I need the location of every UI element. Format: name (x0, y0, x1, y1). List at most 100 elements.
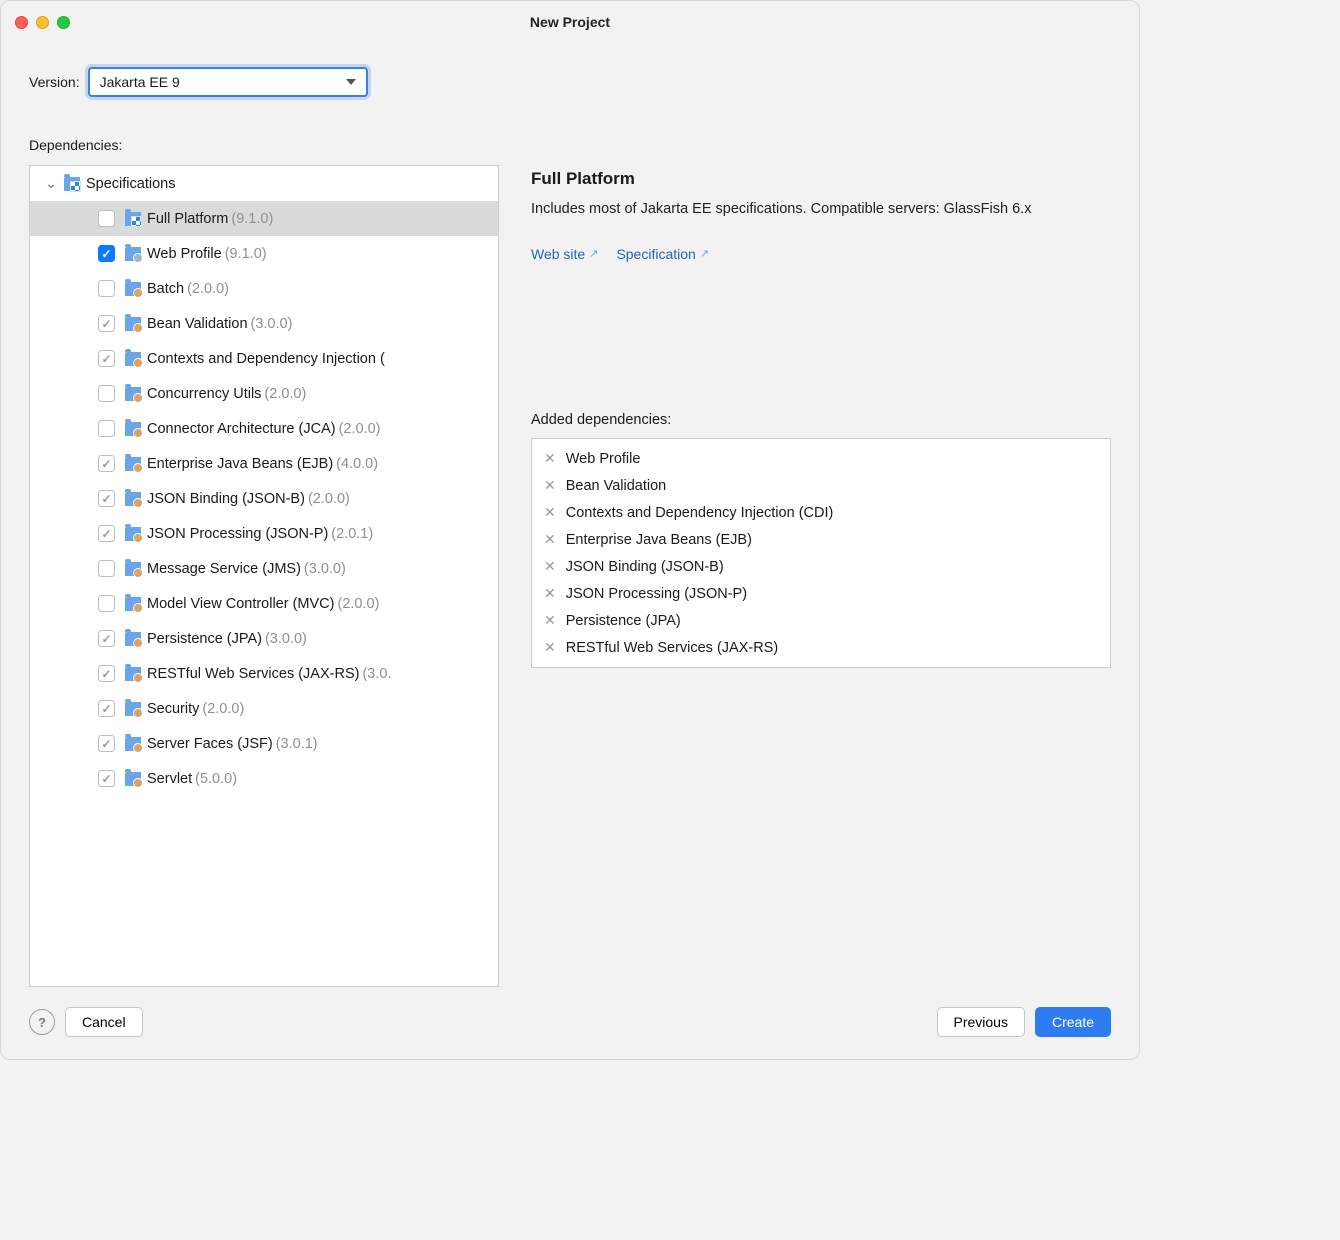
spec-version: (5.0.0) (195, 771, 237, 787)
checkbox[interactable] (98, 420, 115, 437)
spec-name: Connector Architecture (JCA) (147, 421, 336, 437)
traffic-lights (15, 16, 70, 29)
checkbox[interactable] (98, 350, 115, 367)
spec-version: (2.0.0) (337, 596, 379, 612)
spec-row[interactable]: Contexts and Dependency Injection ( (30, 341, 498, 376)
cancel-button[interactable]: Cancel (65, 1007, 143, 1037)
spec-version: (2.0.0) (187, 281, 229, 297)
detail-description: Includes most of Jakarta EE specificatio… (531, 199, 1111, 220)
spec-name: Contexts and Dependency Injection ( (147, 351, 385, 367)
added-item-label: Enterprise Java Beans (EJB) (566, 532, 752, 548)
remove-icon[interactable]: ✕ (544, 558, 556, 575)
remove-icon[interactable]: ✕ (544, 477, 556, 494)
spec-version: (3.0.0) (304, 561, 346, 577)
added-item: ✕ RESTful Web Services (JAX-RS) (532, 634, 1110, 661)
spec-name: Message Service (JMS) (147, 561, 301, 577)
spec-version: (9.1.0) (231, 211, 273, 227)
checkbox[interactable] (98, 700, 115, 717)
checkbox[interactable] (98, 245, 115, 262)
folder-icon (125, 317, 141, 331)
previous-button[interactable]: Previous (937, 1007, 1025, 1037)
spec-name: Bean Validation (147, 316, 248, 332)
spec-row[interactable]: Message Service (JMS) (3.0.0) (30, 551, 498, 586)
website-link[interactable]: Web site ↗ (531, 246, 598, 262)
specification-link[interactable]: Specification ↗ (616, 246, 709, 262)
spec-row[interactable]: Batch (2.0.0) (30, 271, 498, 306)
spec-row[interactable]: JSON Processing (JSON-P) (2.0.1) (30, 516, 498, 551)
dependency-tree[interactable]: ⌄SpecificationsFull Platform (9.1.0)Web … (29, 165, 499, 987)
spec-version: (3.0. (362, 666, 391, 682)
create-button[interactable]: Create (1035, 1007, 1111, 1037)
close-icon[interactable] (15, 16, 28, 29)
detail-links: Web site ↗ Specification ↗ (531, 246, 1111, 262)
added-item-label: Persistence (JPA) (566, 613, 681, 629)
added-item: ✕ Enterprise Java Beans (EJB) (532, 526, 1110, 553)
checkbox[interactable] (98, 210, 115, 227)
spec-version: (3.0.0) (265, 631, 307, 647)
checkbox[interactable] (98, 595, 115, 612)
zoom-icon[interactable] (57, 16, 70, 29)
checkbox[interactable] (98, 665, 115, 682)
spec-row[interactable]: Model View Controller (MVC) (2.0.0) (30, 586, 498, 621)
folder-icon (125, 387, 141, 401)
folder-icon (125, 772, 141, 786)
added-item-label: JSON Binding (JSON-B) (566, 559, 724, 575)
added-item: ✕ JSON Binding (JSON-B) (532, 553, 1110, 580)
external-link-icon: ↗ (589, 247, 598, 260)
spec-row[interactable]: Full Platform (9.1.0) (30, 201, 498, 236)
spec-version: (2.0.0) (202, 701, 244, 717)
spec-row[interactable]: Enterprise Java Beans (EJB) (4.0.0) (30, 446, 498, 481)
spec-row[interactable]: Security (2.0.0) (30, 691, 498, 726)
added-item: ✕JSON Processing (JSON-P) (532, 580, 1110, 607)
remove-icon[interactable]: ✕ (544, 531, 556, 548)
help-button[interactable]: ? (29, 1009, 55, 1035)
remove-icon[interactable]: ✕ (544, 450, 556, 467)
spec-row[interactable]: JSON Binding (JSON-B) (2.0.0) (30, 481, 498, 516)
checkbox[interactable] (98, 315, 115, 332)
remove-icon[interactable]: ✕ (544, 504, 556, 521)
spec-row[interactable]: Servlet (5.0.0) (30, 761, 498, 796)
spec-name: Server Faces (JSF) (147, 736, 273, 752)
spec-row[interactable]: Connector Architecture (JCA) (2.0.0) (30, 411, 498, 446)
spec-name: Security (147, 701, 199, 717)
added-item-label: Contexts and Dependency Injection (CDI) (566, 505, 834, 521)
website-link-label: Web site (531, 246, 585, 262)
window-title: New Project (530, 14, 610, 30)
tree-group-specifications[interactable]: ⌄Specifications (30, 166, 498, 201)
spec-name: Concurrency Utils (147, 386, 261, 402)
spec-version: (2.0.0) (308, 491, 350, 507)
footer: ? Cancel Previous Create (1, 987, 1139, 1059)
spec-row[interactable]: Persistence (JPA) (3.0.0) (30, 621, 498, 656)
minimize-icon[interactable] (36, 16, 49, 29)
spec-version: (2.0.0) (264, 386, 306, 402)
remove-icon[interactable]: ✕ (544, 585, 556, 602)
spec-name: JSON Binding (JSON-B) (147, 491, 305, 507)
checkbox[interactable] (98, 770, 115, 787)
spec-version: (2.0.0) (339, 421, 381, 437)
checkbox[interactable] (98, 525, 115, 542)
spec-row[interactable]: Concurrency Utils (2.0.0) (30, 376, 498, 411)
checkbox[interactable] (98, 385, 115, 402)
checkbox[interactable] (98, 735, 115, 752)
checkbox[interactable] (98, 490, 115, 507)
spec-name: Web Profile (147, 246, 222, 262)
spec-row[interactable]: Bean Validation (3.0.0) (30, 306, 498, 341)
spec-name: Enterprise Java Beans (EJB) (147, 456, 333, 472)
spec-row[interactable]: Web Profile (9.1.0) (30, 236, 498, 271)
remove-icon[interactable]: ✕ (544, 639, 556, 656)
checkbox[interactable] (98, 560, 115, 577)
spec-row[interactable]: Server Faces (JSF) (3.0.1) (30, 726, 498, 761)
checkbox[interactable] (98, 280, 115, 297)
checkbox[interactable] (98, 455, 115, 472)
checkbox[interactable] (98, 630, 115, 647)
version-select[interactable]: Jakarta EE 9 (88, 67, 368, 97)
remove-icon[interactable]: ✕ (544, 612, 556, 629)
external-link-icon: ↗ (700, 247, 709, 260)
folder-icon (125, 527, 141, 541)
spec-name: Full Platform (147, 211, 228, 227)
spec-name: Batch (147, 281, 184, 297)
spec-row[interactable]: RESTful Web Services (JAX-RS) (3.0. (30, 656, 498, 691)
spec-version: (9.1.0) (225, 246, 267, 262)
added-item-label: RESTful Web Services (JAX-RS) (566, 640, 778, 656)
folder-icon (64, 177, 80, 191)
